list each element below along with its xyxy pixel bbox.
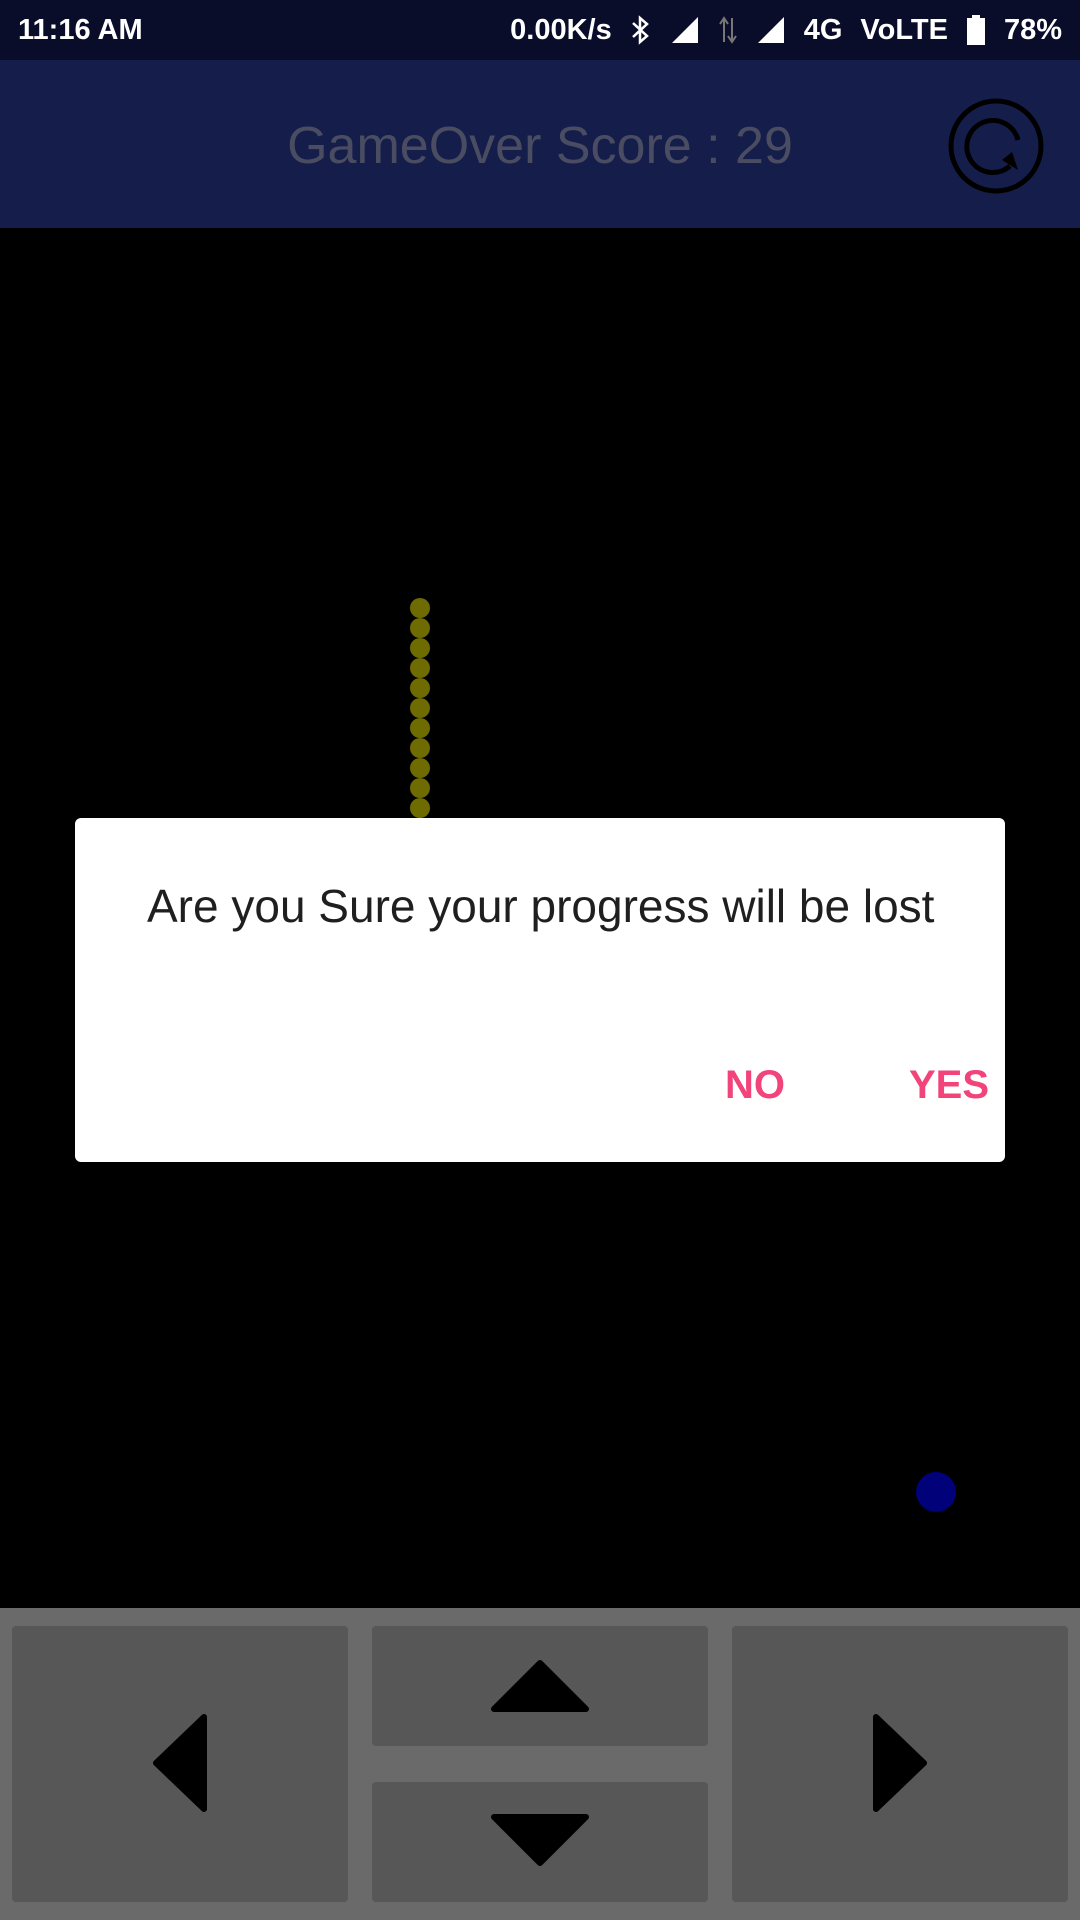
down-button[interactable] [372,1782,708,1902]
arrow-right-icon [870,1713,930,1816]
status-bar: 11:16 AM 0.00K/s 4G VoLTE 78% [0,0,1080,60]
network-type: 4G [803,13,843,46]
snake-segment [410,678,430,698]
status-indicators: 0.00K/s 4G VoLTE 78% [510,14,1062,47]
page-title: GameOver Score : 29 [287,117,793,175]
snake-segment [410,698,430,718]
bluetooth-icon [630,14,652,46]
up-button[interactable] [372,1626,708,1746]
snake-segment [410,658,430,678]
volte-indicator: VoLTE [860,13,948,46]
direction-controls [0,1608,1080,1920]
snake-segment [410,758,430,778]
data-arrows-icon [718,14,738,46]
refresh-icon [946,98,1046,199]
snake-segment [410,738,430,758]
snake-segment [410,618,430,638]
arrow-up-icon [490,1657,590,1716]
arrow-down-icon [490,1813,590,1872]
dialog-message: Are you Sure your progress will be lost [147,880,935,932]
net-speed: 0.00K/s [510,13,612,46]
snake-segment [410,638,430,658]
app-bar: GameOver Score : 29 [0,60,1080,228]
signal-icon [670,15,700,45]
snake-segment [410,718,430,738]
battery-icon [966,15,986,45]
confirm-dialog: Are you Sure your progress will be lost … [75,818,1005,1162]
yes-button[interactable]: YES [899,1050,999,1120]
left-button[interactable] [12,1626,348,1902]
restart-button[interactable] [946,96,1046,196]
battery-level: 78% [1003,13,1062,46]
snake-segment [410,778,430,798]
arrow-left-icon [150,1713,210,1816]
snake-segment [410,598,430,618]
status-time: 11:16 AM [18,13,143,46]
signal-icon [756,15,786,45]
right-button[interactable] [732,1626,1068,1902]
no-button[interactable]: NO [715,1050,795,1120]
snake-segment [410,798,430,818]
food-dot [916,1472,956,1512]
